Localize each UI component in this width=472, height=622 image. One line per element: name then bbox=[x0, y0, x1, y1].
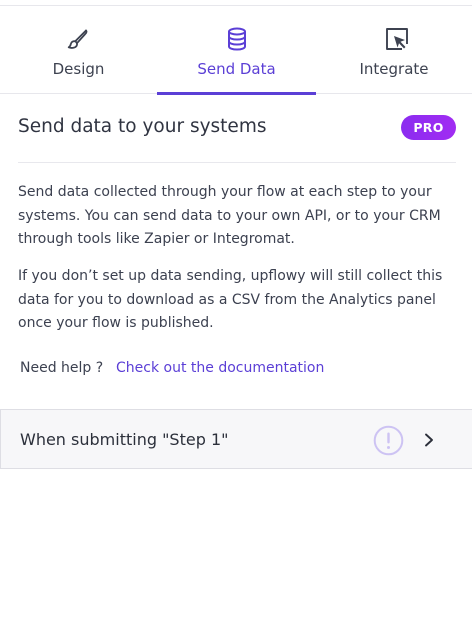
info-paragraph: If you don’t set up data sending, upflow… bbox=[18, 268, 443, 331]
description-paragraph: Send data collected through your flow at… bbox=[18, 184, 441, 247]
help-row: Need help ? Check out the documentation bbox=[20, 360, 324, 376]
tab-send-data-label: Send Data bbox=[197, 60, 276, 78]
tab-send-data[interactable]: Send Data bbox=[157, 6, 316, 95]
panel-tabs: Design Send Data Integrate bbox=[0, 5, 472, 95]
send-data-panel: Design Send Data Integrate Send data to … bbox=[0, 0, 472, 622]
chevron-right-icon[interactable] bbox=[422, 432, 436, 448]
step-trigger-row[interactable]: When submitting "Step 1" bbox=[0, 409, 472, 469]
tab-integrate[interactable]: Integrate bbox=[316, 6, 472, 94]
tab-integrate-label: Integrate bbox=[359, 60, 429, 78]
brush-icon bbox=[67, 29, 88, 49]
documentation-link[interactable]: Check out the documentation bbox=[116, 360, 324, 376]
pro-badge: PRO bbox=[401, 115, 456, 140]
section-title: Send data to your systems bbox=[18, 116, 267, 137]
embed-cursor-icon bbox=[386, 28, 408, 50]
section-divider bbox=[18, 162, 456, 163]
warning-icon bbox=[373, 425, 404, 456]
tab-design[interactable]: Design bbox=[0, 6, 157, 94]
database-icon bbox=[228, 27, 246, 51]
help-label: Need help ? bbox=[20, 360, 104, 376]
tab-design-label: Design bbox=[52, 60, 105, 78]
step-trigger-label: When submitting "Step 1" bbox=[20, 430, 229, 449]
